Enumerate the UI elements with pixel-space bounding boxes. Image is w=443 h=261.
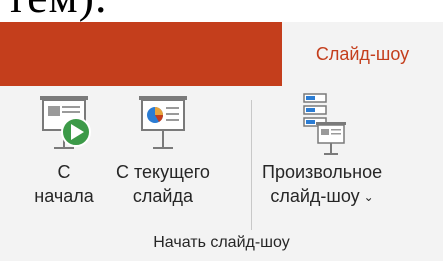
from-beginning-label-line2: начала	[34, 186, 94, 206]
from-current-label-line2: слайда	[132, 186, 194, 206]
from-beginning-button[interactable]: С начала	[32, 90, 96, 208]
tab-slideshow-label: Слайд-шоу	[315, 43, 410, 64]
from-current-button[interactable]: С текущего слайда	[116, 90, 210, 208]
from-beginning-label-line1: С	[57, 162, 71, 182]
custom-slideshow-label-line1: Произвольное	[262, 162, 383, 182]
custom-slideshow-label-text: слайд-шоу	[270, 186, 360, 206]
custom-slideshow-label-line2: слайд-шоу ⌄	[270, 184, 373, 209]
group-separator	[251, 100, 252, 230]
from-current-label-line1: С текущего	[116, 162, 210, 182]
chevron-down-icon[interactable]: ⌄	[364, 190, 374, 204]
document-text-strip: тем).	[0, 0, 443, 22]
tab-slideshow[interactable]: Слайд-шоу	[282, 22, 443, 86]
custom-slideshow-icon	[290, 90, 354, 160]
slideshow-from-beginning-icon	[32, 90, 96, 160]
group-label-start-slideshow: Начать слайд-шоу	[153, 234, 290, 251]
custom-slideshow-button[interactable]: Произвольное слайд-шоу ⌄	[262, 90, 382, 209]
slideshow-from-current-icon	[131, 90, 195, 160]
document-text-fragment: тем).	[6, 0, 107, 22]
